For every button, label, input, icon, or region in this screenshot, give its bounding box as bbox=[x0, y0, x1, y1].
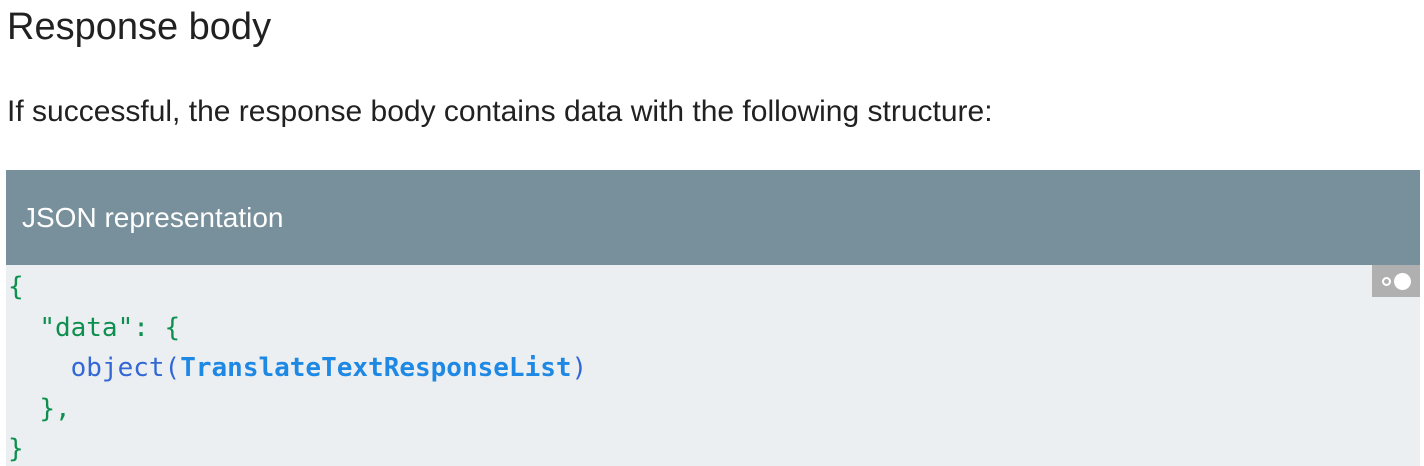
toggle-dot-filled bbox=[1393, 272, 1411, 290]
code-line-4: }, bbox=[8, 389, 1420, 430]
intro-text: If successful, the response body contain… bbox=[7, 95, 993, 128]
paren-open: ( bbox=[164, 353, 181, 383]
toggle-dots-icon[interactable] bbox=[1372, 265, 1420, 297]
close-brace: } bbox=[8, 434, 24, 464]
code-line-2: "data": { bbox=[8, 308, 1420, 349]
toggle-dot-open bbox=[1381, 276, 1391, 286]
colon: : bbox=[133, 312, 165, 343]
page-title: Response body bbox=[7, 6, 272, 48]
json-key-data: "data" bbox=[39, 312, 134, 343]
type-keyword: object bbox=[70, 353, 165, 383]
type-link-translate-text-response-list[interactable]: TranslateTextResponseList bbox=[180, 353, 571, 383]
code-line-1: { bbox=[8, 267, 1420, 308]
code-block: { "data": { object(TranslateTextResponse… bbox=[6, 265, 1420, 466]
code-line-5: } bbox=[8, 429, 1420, 466]
inner-open-brace: { bbox=[164, 312, 181, 343]
code-line-3: object(TranslateTextResponseList) bbox=[8, 348, 1420, 389]
json-representation-panel: JSON representation { "data": { object(T… bbox=[6, 170, 1420, 466]
inner-close-brace: }, bbox=[39, 393, 71, 424]
paren-close: ) bbox=[571, 353, 588, 383]
open-brace: { bbox=[8, 272, 24, 302]
json-panel-title: JSON representation bbox=[22, 201, 284, 233]
json-panel-header: JSON representation bbox=[6, 170, 1420, 265]
